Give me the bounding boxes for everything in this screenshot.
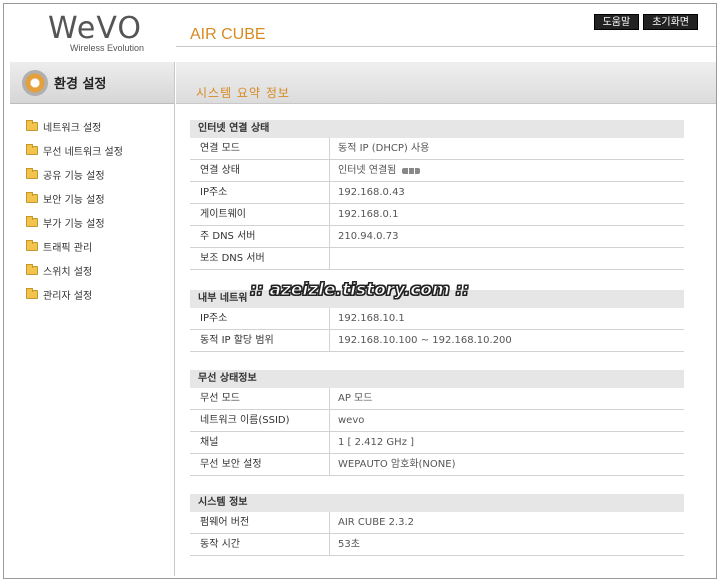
section-internet-status: 인터넷 연결 상태 연결 모드 동적 IP (DHCP) 사용 연결 상태 인터넷 … [190,120,684,270]
row-key: 연결 모드 [190,138,330,159]
folder-icon [26,119,38,131]
row-key: 주 DNS 서버 [190,226,330,247]
main-content: 시스템 요약 정보 인터넷 연결 상태 연결 모드 동적 IP (DHCP) 사용… [176,62,716,556]
sidebar-item-wireless[interactable]: 무선 네트워크 설정 [26,138,174,162]
folder-icon [26,167,38,179]
folder-icon [26,239,38,251]
sidebar-item-extra[interactable]: 부가 기능 설정 [26,210,174,234]
watermark: :: azeizle.tistory.com :: [249,280,470,301]
table-row: 무선 모드 AP 모드 [190,388,684,410]
sidebar-item-traffic[interactable]: 트래픽 관리 [26,234,174,258]
row-value: 192.168.0.1 [338,208,399,220]
row-key: 게이트웨이 [190,204,330,225]
row-value: 1 [ 2.412 GHz ] [338,436,415,448]
row-key: IP주소 [190,308,330,329]
row-value [330,248,338,269]
sidebar-title: 환경 설정 [54,77,107,92]
table-row: IP주소 192.168.10.1 [190,308,684,330]
header-buttons: 도움말 초기화면 [593,14,698,30]
logo-text: WeVO [48,11,142,46]
row-value: 53초 [338,538,360,550]
row-key: 동적 IP 할당 범위 [190,330,330,351]
folder-icon [26,191,38,203]
table-row: 채널 1 [ 2.412 GHz ] [190,432,684,454]
table-row: 보조 DNS 서버 [190,248,684,270]
sidebar-item-security[interactable]: 보안 기능 설정 [26,186,174,210]
main-title-bar: 시스템 요약 정보 [176,62,716,104]
section-title: 인터넷 연결 상태 [190,120,684,138]
product-name: AIR CUBE [190,26,266,43]
gear-icon [22,69,48,96]
row-key: 무선 모드 [190,388,330,409]
row-key: 동작 시간 [190,534,330,555]
table-row: 동작 시간 53초 [190,534,684,556]
row-key: 무선 보안 설정 [190,454,330,475]
row-key: 펌웨어 버전 [190,512,330,533]
logo[interactable]: WeVO Wireless Evolution [48,11,145,54]
row-value: 동적 IP (DHCP) 사용 [338,142,430,154]
connection-status-text: 인터넷 연결됨 [338,164,397,176]
row-value: 192.168.10.1 [338,312,405,324]
table-row: 연결 상태 인터넷 연결됨 [190,160,684,182]
row-value: 192.168.10.100 ~ 192.168.10.200 [338,334,512,346]
table-row: 주 DNS 서버 210.94.0.73 [190,226,684,248]
sidebar-item-switch[interactable]: 스위치 설정 [26,258,174,282]
plug-icon [402,167,421,174]
section-title: 무선 상태정보 [190,370,684,388]
folder-icon [26,143,38,155]
table-row: 네트워크 이름(SSID) wevo [190,410,684,432]
row-key: IP주소 [190,182,330,203]
row-value: AP 모드 [338,392,373,404]
table-row: IP주소 192.168.0.43 [190,182,684,204]
row-value: 192.168.0.43 [338,186,405,198]
row-key: 채널 [190,432,330,453]
row-key: 연결 상태 [190,160,330,181]
row-value: AIR CUBE 2.3.2 [338,516,415,528]
folder-icon [26,263,38,275]
table-row: 게이트웨이 192.168.0.1 [190,204,684,226]
folder-icon [26,287,38,299]
sidebar-item-network[interactable]: 네트워크 설정 [26,114,174,138]
table-row: 동적 IP 할당 범위 192.168.10.100 ~ 192.168.10.2… [190,330,684,352]
help-button[interactable]: 도움말 [593,14,640,30]
row-key: 보조 DNS 서버 [190,248,330,269]
row-value: 인터넷 연결됨 [330,160,421,181]
section-system-info: 시스템 정보 펌웨어 버전 AIR CUBE 2.3.2 동작 시간 53초 [190,494,684,556]
sidebar: 환경 설정 네트워크 설정 무선 네트워크 설정 공유 기능 설정 보안 기능 … [10,62,175,576]
section-wireless-status: 무선 상태정보 무선 모드 AP 모드 네트워크 이름(SSID) wevo 채널 1… [190,370,684,476]
page-title: 시스템 요약 정보 [196,86,290,100]
row-value: 210.94.0.73 [338,230,399,242]
table-row: 연결 모드 동적 IP (DHCP) 사용 [190,138,684,160]
header: WeVO Wireless Evolution AIR CUBE 도움말 초기화… [4,4,716,62]
section-title: 시스템 정보 [190,494,684,512]
sidebar-header: 환경 설정 [10,62,174,104]
row-value: WEPAUTO 암호화(NONE) [338,458,456,470]
home-button[interactable]: 초기화면 [643,14,698,30]
row-key: 네트워크 이름(SSID) [190,410,330,431]
row-value: wevo [338,414,365,426]
sidebar-item-sharing[interactable]: 공유 기능 설정 [26,162,174,186]
sidebar-item-admin[interactable]: 관리자 설정 [26,282,174,306]
header-divider [176,46,716,47]
table-row: 펌웨어 버전 AIR CUBE 2.3.2 [190,512,684,534]
folder-icon [26,215,38,227]
sidebar-menu: 네트워크 설정 무선 네트워크 설정 공유 기능 설정 보안 기능 설정 부가 … [10,104,174,306]
logo-subtitle: Wireless Evolution [70,43,145,53]
table-row: 무선 보안 설정 WEPAUTO 암호화(NONE) [190,454,684,476]
